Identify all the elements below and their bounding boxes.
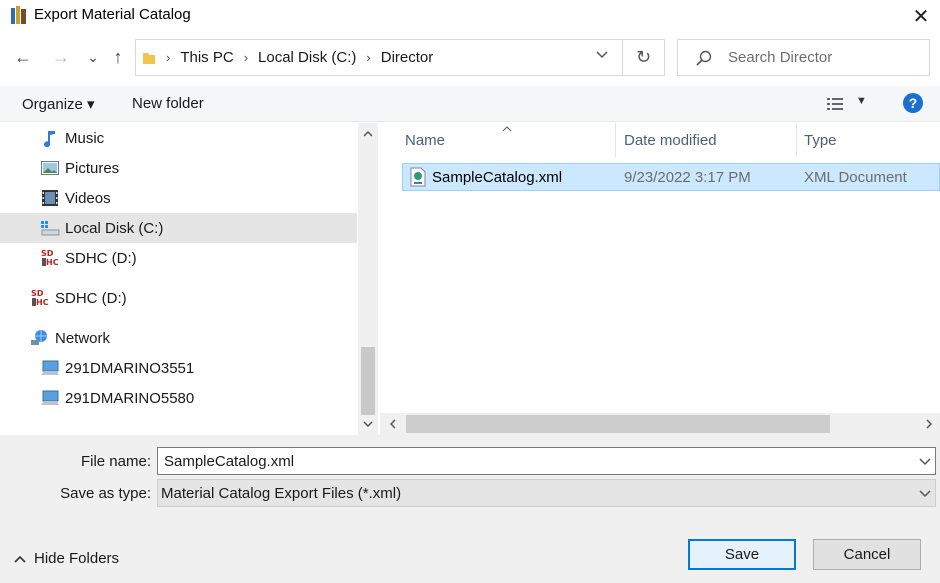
help-button[interactable]: ? <box>903 93 923 113</box>
network-icon <box>30 328 50 348</box>
organize-button[interactable]: Organize ▾ <box>22 95 95 113</box>
svg-text:SD: SD <box>41 249 54 258</box>
file-list: Name Date modified Type SampleCatalog.xm… <box>380 123 940 435</box>
file-name-label: File name: <box>80 453 151 470</box>
file-name-value: SampleCatalog.xml <box>164 452 295 470</box>
scroll-up-arrow-icon[interactable] <box>358 123 378 145</box>
recent-locations-button[interactable]: ⌄ <box>80 44 106 70</box>
scroll-right-arrow-icon[interactable] <box>920 415 938 433</box>
sidebar-item-label: Videos <box>65 189 111 207</box>
folder-icon <box>143 52 155 64</box>
sidebar-item-sdhc-root[interactable]: SD HC SDHC (D:) <box>0 283 357 313</box>
up-button[interactable]: ↑ <box>105 44 131 70</box>
sidebar-item-computer-5580[interactable]: 291DMARINO5580 <box>0 383 357 413</box>
navigation-scrollbar[interactable] <box>358 123 378 435</box>
breadcrumb-separator: › <box>366 50 371 65</box>
scrollbar-thumb[interactable] <box>406 415 830 433</box>
save-as-type-label: Save as type: <box>60 485 151 502</box>
computer-icon <box>40 358 60 378</box>
window-title: Export Material Catalog <box>34 6 191 23</box>
save-options-panel: File name: SampleCatalog.xml Save as typ… <box>0 435 940 583</box>
sidebar-item-sdhc[interactable]: SD HC SDHC (D:) <box>0 243 357 273</box>
sidebar-item-pictures[interactable]: Pictures <box>0 153 357 183</box>
sidebar-item-videos[interactable]: Videos <box>0 183 357 213</box>
svg-text:HC: HC <box>46 258 59 267</box>
breadcrumb-separator: › <box>243 50 249 65</box>
file-list-scrollbar[interactable] <box>380 413 940 435</box>
save-button[interactable]: Save <box>688 539 796 570</box>
search-input[interactable]: Search Director <box>728 49 832 66</box>
scroll-down-arrow-icon[interactable] <box>358 413 378 435</box>
column-header-name[interactable]: Name <box>405 123 445 157</box>
forward-button[interactable]: → <box>48 44 74 70</box>
chevron-down-icon <box>596 51 608 59</box>
sidebar-item-label: Music <box>65 129 105 147</box>
address-dropdown-button[interactable] <box>587 42 617 68</box>
videos-icon <box>40 188 60 208</box>
file-name: SampleCatalog.xml <box>432 169 563 186</box>
search-box[interactable]: Search Director <box>677 39 930 76</box>
sd-card-icon: SD HC <box>30 288 50 308</box>
view-dropdown-button[interactable]: ▼ <box>856 95 867 107</box>
pictures-icon <box>40 158 60 178</box>
scroll-left-arrow-icon[interactable] <box>384 415 402 433</box>
chevron-down-icon[interactable] <box>919 458 931 466</box>
books-icon <box>11 6 26 24</box>
chevron-up-icon <box>14 555 26 563</box>
column-header-date-modified[interactable]: Date modified <box>624 123 717 157</box>
sd-card-icon: SD HC <box>40 248 60 268</box>
refresh-button[interactable]: ↻ <box>623 39 665 76</box>
svg-text:HC: HC <box>36 298 49 307</box>
breadcrumb-this-pc[interactable]: This PC <box>180 49 233 66</box>
save-as-type-value: Material Catalog Export Files (*.xml) <box>161 484 402 502</box>
back-button[interactable]: ← <box>10 44 36 70</box>
view-options-icon[interactable] <box>826 96 844 112</box>
cancel-button[interactable]: Cancel <box>813 539 921 570</box>
sidebar-item-label: Network <box>55 329 111 347</box>
svg-text:SD: SD <box>31 289 44 298</box>
command-bar: Organize ▾ New folder ▼ ? <box>0 86 940 122</box>
chevron-down-icon[interactable] <box>919 490 931 498</box>
column-divider[interactable] <box>615 123 616 157</box>
column-header-type[interactable]: Type <box>804 123 837 157</box>
sidebar-item-label: Local Disk (C:) <box>65 219 164 237</box>
sidebar-item-label: 291DMARINO5580 <box>65 389 195 407</box>
close-button[interactable]: ✕ <box>902 0 940 32</box>
sort-ascending-icon <box>502 121 512 135</box>
sidebar-item-computer-3551[interactable]: 291DMARINO3551 <box>0 353 357 383</box>
new-folder-button[interactable]: New folder <box>132 95 204 112</box>
sidebar-item-label: SDHC (D:) <box>55 289 127 307</box>
sidebar-item-label: 291DMARINO3551 <box>65 359 195 377</box>
file-date: 9/23/2022 3:17 PM <box>624 169 751 186</box>
column-divider[interactable] <box>796 123 797 157</box>
sidebar-item-local-disk[interactable]: Local Disk (C:) <box>0 213 357 243</box>
file-name-field[interactable]: SampleCatalog.xml <box>157 447 936 475</box>
sidebar-item-music[interactable]: Music <box>0 123 357 153</box>
file-type: XML Document <box>804 169 907 186</box>
breadcrumb-separator: › <box>166 50 171 65</box>
navigation-pane: Music Pictures Videos Local Disk (C:) SD… <box>0 123 378 435</box>
music-note-icon <box>40 128 60 148</box>
address-bar[interactable]: › This PC › Local Disk (C:) › Director <box>135 39 623 76</box>
sidebar-item-label: Pictures <box>65 159 120 177</box>
breadcrumb-local-disk[interactable]: Local Disk (C:) <box>258 49 356 66</box>
scrollbar-thumb[interactable] <box>361 347 375 415</box>
save-as-type-select[interactable]: Material Catalog Export Files (*.xml) <box>157 479 936 507</box>
search-icon <box>696 50 712 66</box>
navigation-bar: ← → ⌄ ↑ › This PC › Local Disk (C:) › Di… <box>0 34 940 80</box>
title-bar: Export Material Catalog ✕ <box>0 0 940 32</box>
table-row[interactable]: SampleCatalog.xml 9/23/2022 3:17 PM XML … <box>402 163 940 191</box>
hide-folders-label: Hide Folders <box>34 550 120 567</box>
computer-icon <box>40 388 60 408</box>
breadcrumb-director[interactable]: Director <box>381 49 434 66</box>
sidebar-item-label: SDHC (D:) <box>65 249 137 267</box>
xml-file-icon <box>410 167 426 187</box>
local-disk-icon <box>40 218 60 238</box>
sidebar-item-network[interactable]: Network <box>0 323 357 353</box>
hide-folders-button[interactable]: Hide Folders <box>14 550 119 567</box>
